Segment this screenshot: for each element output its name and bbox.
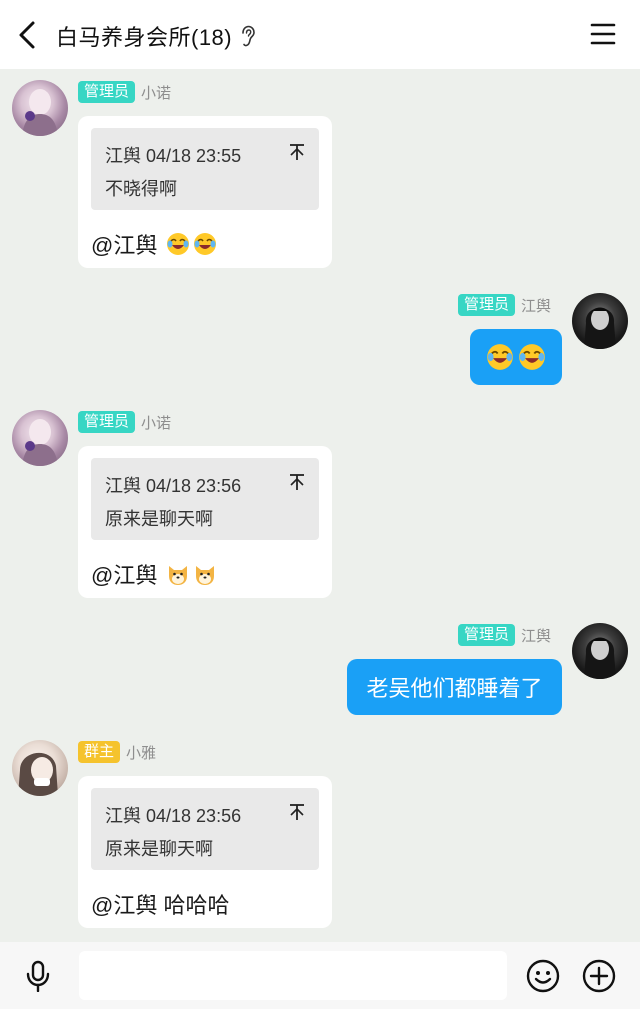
message-meta: 管理员 江舆 [458, 624, 551, 646]
reply-content: @江舆 [91, 558, 217, 590]
reply-content: @江舆 [91, 228, 217, 260]
message-meta: 管理员 江舆 [458, 294, 551, 316]
sender-nickname: 小诺 [141, 84, 172, 102]
quote-text: 不晓得啊 [105, 179, 177, 199]
laughing-tears-emoji [167, 233, 190, 255]
laughing-tears-emoji [487, 344, 513, 370]
quote-author-time: 江舆 04/18 23:55 [105, 146, 242, 166]
jump-to-quote-icon[interactable] [289, 473, 305, 491]
message-bubble[interactable]: 江舆 04/18 23:56 原来是聊天啊 @江舆 哈哈哈 [78, 776, 332, 928]
chat-title: 白马养身会所(18) [56, 25, 233, 50]
reply-text: @江舆 [91, 233, 158, 258]
plus-circle-icon[interactable] [582, 959, 616, 993]
chat-message-list[interactable]: 管理员 小诺 江舆 04/18 23:55 不晓得啊 @江舆 管理员 江舆 管理… [0, 69, 640, 942]
avatar-xiaonuo[interactable] [12, 80, 68, 136]
outgoing-message-bubble[interactable]: 老吴他们都睡着了 [347, 659, 562, 715]
quoted-message[interactable]: 江舆 04/18 23:56 原来是聊天啊 [91, 788, 319, 870]
shiba-dog-emoji [169, 566, 188, 585]
laughing-tears-emoji [194, 233, 217, 255]
avatar-jiangyu[interactable] [572, 623, 628, 679]
chat-header: 白马养身会所(18) [0, 0, 640, 69]
sender-nickname: 小雅 [126, 744, 157, 762]
reply-text: @江舆 [91, 563, 158, 588]
avatar-portrait [584, 637, 616, 679]
ear-icon [242, 25, 255, 47]
message-meta: 管理员 小诺 [78, 81, 171, 103]
chat-title-group[interactable]: 白马养身会所(18) [56, 20, 256, 52]
message-bubble[interactable]: 江舆 04/18 23:56 原来是聊天啊 @江舆 [78, 446, 332, 598]
quoted-message[interactable]: 江舆 04/18 23:56 原来是聊天啊 [91, 458, 319, 540]
smiley-face-icon[interactable] [526, 959, 560, 993]
message-meta: 群主 小雅 [78, 741, 156, 763]
input-bar [0, 942, 640, 1009]
message-bubble[interactable]: 江舆 04/18 23:55 不晓得啊 @江舆 [78, 116, 332, 268]
avatar-portrait [22, 89, 58, 136]
message-meta: 管理员 小诺 [78, 411, 171, 433]
avatar-xiaonuo[interactable] [12, 410, 68, 466]
microphone-icon[interactable] [25, 960, 51, 992]
hamburger-menu-icon[interactable] [590, 22, 616, 46]
message-text: 老吴他们都睡着了 [366, 676, 543, 701]
admin-badge: 管理员 [458, 294, 516, 316]
laughing-tears-emoji [519, 344, 545, 370]
avatar-jiangyu[interactable] [572, 293, 628, 349]
avatar-portrait [22, 419, 58, 466]
quote-text: 原来是聊天啊 [105, 509, 213, 529]
sender-nickname: 小诺 [141, 414, 172, 432]
reply-content: @江舆 哈哈哈 [91, 888, 229, 920]
group-owner-badge: 群主 [78, 741, 121, 763]
admin-badge: 管理员 [78, 411, 136, 433]
admin-badge: 管理员 [78, 81, 136, 103]
admin-badge: 管理员 [458, 624, 516, 646]
quote-author-time: 江舆 04/18 23:56 [105, 806, 242, 826]
chevron-left-icon[interactable] [14, 20, 42, 50]
quoted-message[interactable]: 江舆 04/18 23:55 不晓得啊 [91, 128, 319, 210]
quote-text: 原来是聊天啊 [105, 839, 213, 859]
shiba-dog-emoji [196, 566, 215, 585]
outgoing-message-bubble[interactable] [470, 329, 562, 385]
jump-to-quote-icon[interactable] [289, 143, 305, 161]
avatar-portrait [18, 752, 58, 796]
message-input[interactable] [79, 951, 507, 1000]
sender-nickname: 江舆 [521, 627, 552, 645]
sender-nickname: 江舆 [521, 297, 552, 315]
quote-author-time: 江舆 04/18 23:56 [105, 476, 242, 496]
reply-text: @江舆 哈哈哈 [91, 893, 230, 918]
jump-to-quote-icon[interactable] [289, 803, 305, 821]
avatar-portrait [584, 307, 616, 349]
avatar-xiaoya[interactable] [12, 740, 68, 796]
